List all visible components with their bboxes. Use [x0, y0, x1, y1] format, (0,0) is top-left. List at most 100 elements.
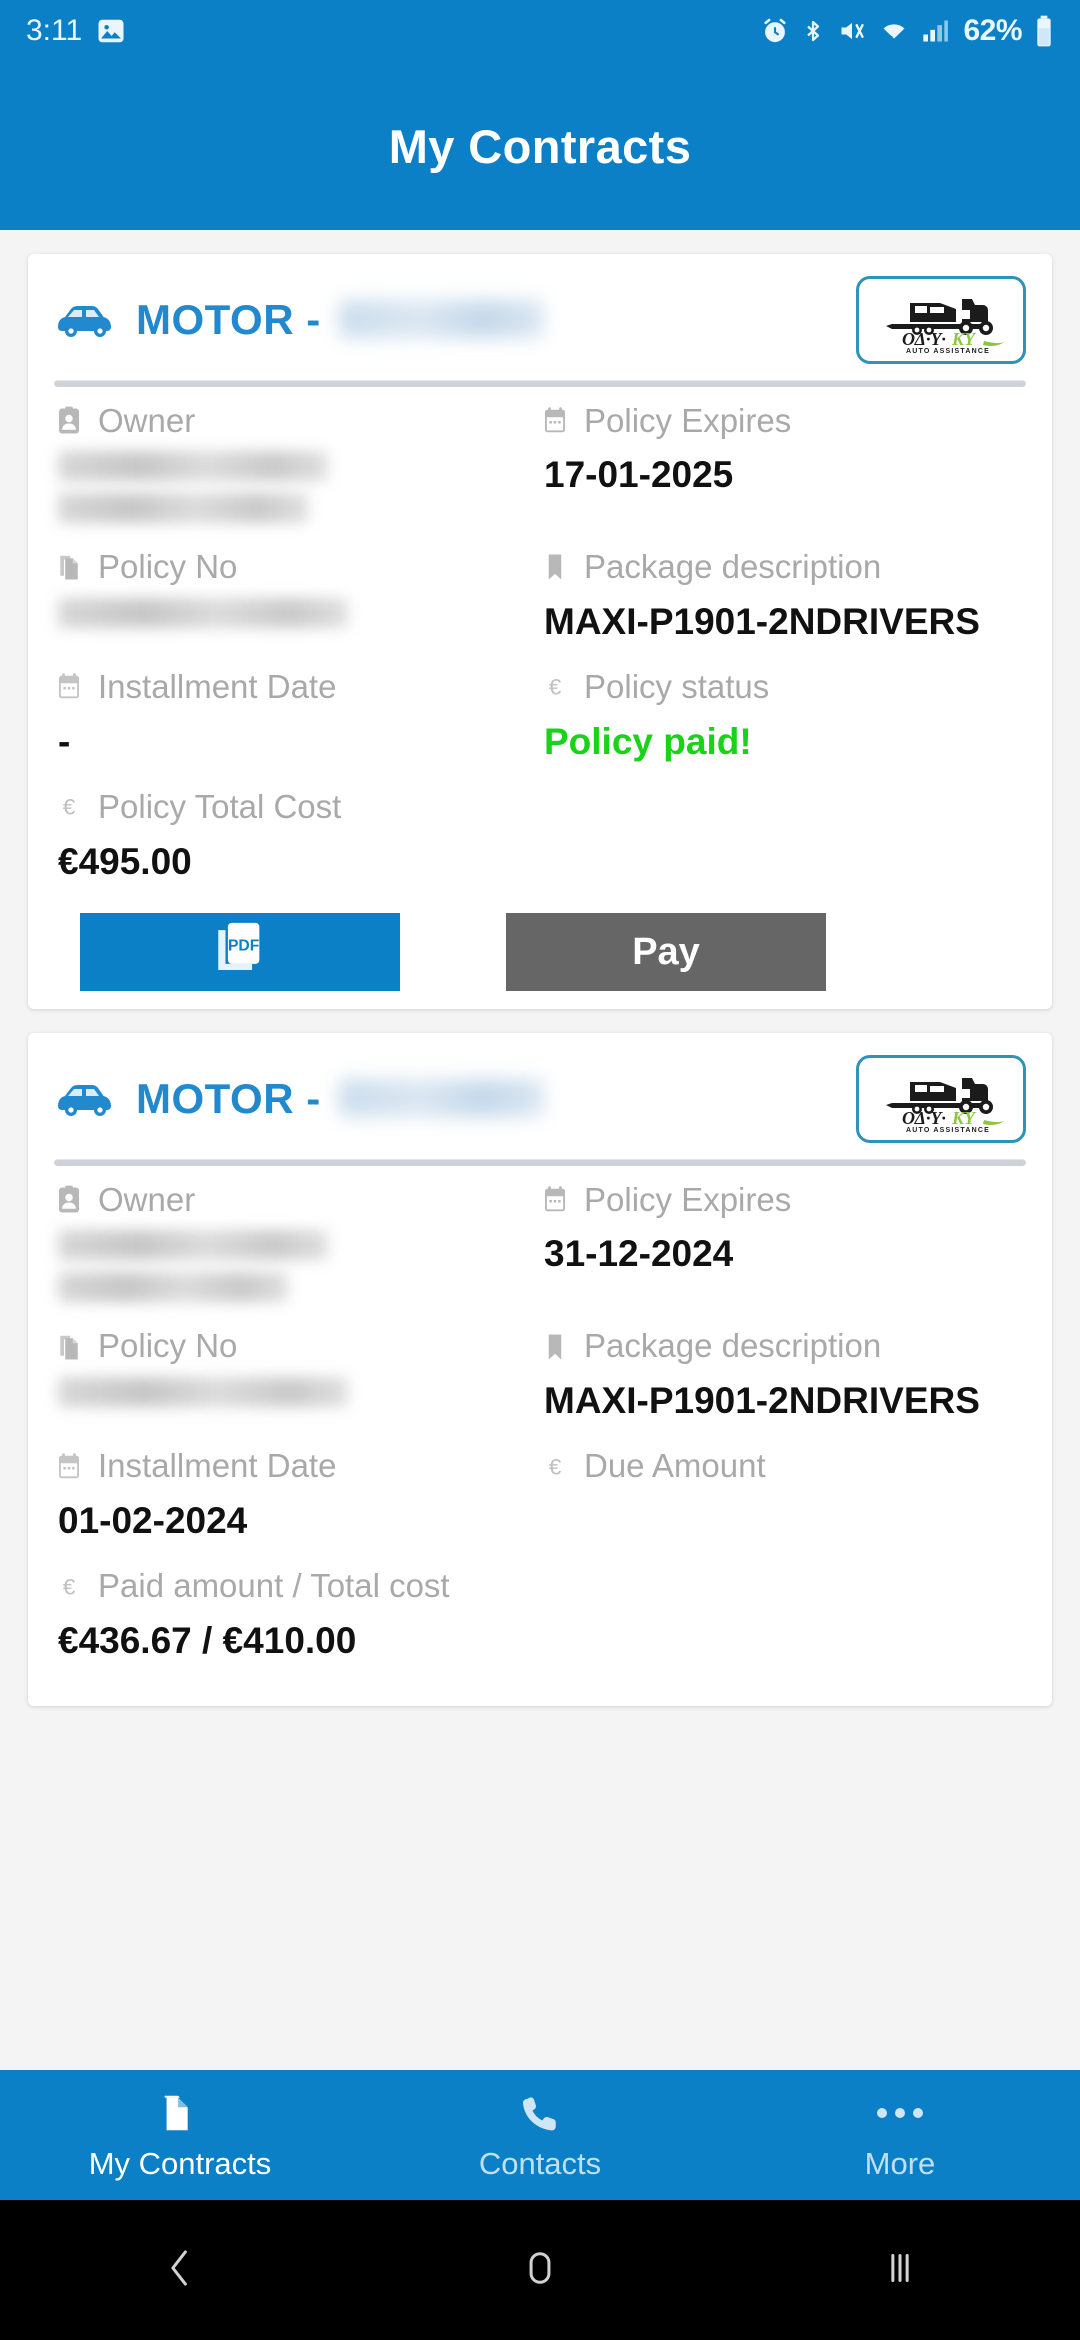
svg-text:€: €: [549, 675, 562, 700]
field-installment-date: Installment Date 01-02-2024: [54, 1448, 540, 1568]
battery-icon: [1034, 15, 1054, 47]
field-value: 17-01-2025: [544, 454, 734, 496]
back-icon: [158, 2243, 202, 2298]
document-copy-icon: [54, 550, 84, 584]
field-label: Policy status: [584, 668, 770, 706]
svg-text:AUTO ASSISTANCE: AUTO ASSISTANCE: [906, 348, 990, 355]
field-policy-no: Policy No: [54, 548, 540, 669]
plate-number-redacted: [338, 1079, 544, 1118]
document-copy-icon: [54, 1330, 84, 1364]
nav-label: My Contracts: [88, 2146, 272, 2181]
contract-title-group: MOTOR -: [54, 1075, 544, 1123]
svg-text:AUTO ASSISTANCE: AUTO ASSISTANCE: [906, 1127, 990, 1134]
contract-fields-grid: Owner Policy Expires 31-12-2024 Policy N…: [54, 1181, 1026, 1688]
policy-no-value-redacted: [58, 1376, 348, 1407]
app-bar: My Contracts: [0, 62, 1080, 230]
svg-text:€: €: [549, 1454, 562, 1479]
field-label: Policy Expires: [584, 402, 792, 439]
recents-icon: [878, 2243, 922, 2298]
back-button[interactable]: [0, 2243, 360, 2298]
person-badge-icon: [54, 1183, 84, 1217]
owner-value-redacted: [58, 451, 328, 482]
field-label: Owner: [98, 1181, 196, 1219]
svg-text:ΚΥ: ΚΥ: [951, 329, 977, 349]
owner-value-redacted: [58, 1230, 328, 1261]
contract-card-header: MOTOR - ΟΔ·Υ· ΚΥ AUTO ASSISTANCE: [54, 276, 1026, 370]
bookmark-icon: [540, 550, 570, 584]
status-bar-left: 3:11: [26, 14, 126, 48]
recents-button[interactable]: [720, 2243, 1080, 2298]
svg-text:€: €: [63, 795, 76, 820]
field-value: MAXI-P1901-2NDRIVERS: [544, 1379, 980, 1421]
field-value: €495.00: [58, 840, 192, 882]
field-label: Package description: [584, 1327, 882, 1365]
car-icon: [54, 301, 118, 339]
svg-text:PDF: PDF: [228, 938, 260, 955]
euro-icon: €: [540, 670, 570, 704]
status-bar-right: 62%: [761, 14, 1054, 48]
field-package-description: Package description MAXI-P1901-2NDRIVERS: [540, 1328, 1026, 1448]
bluetooth-icon: [801, 17, 825, 45]
pdf-icon: PDF: [211, 918, 269, 986]
contract-type-label: MOTOR -: [136, 1075, 544, 1123]
svg-text:€: €: [63, 1574, 76, 1599]
android-navigation-bar: [0, 2200, 1080, 2340]
home-icon: [518, 2243, 562, 2298]
person-badge-icon: [54, 404, 84, 438]
contract-card[interactable]: MOTOR - ΟΔ·Υ· ΚΥ AUTO ASSISTANCE Owner P…: [28, 1033, 1052, 1707]
field-policy-expires: Policy Expires 31-12-2024: [540, 1181, 1026, 1328]
nav-item-contacts[interactable]: Contacts: [360, 2088, 720, 2182]
owner-value-redacted-2: [58, 493, 308, 524]
contract-card[interactable]: MOTOR - ΟΔ·Υ· ΚΥ AUTO ASSISTANCE Owner P…: [28, 254, 1052, 1010]
field-label: Policy Total Cost: [98, 788, 342, 826]
nav-item-my-contracts[interactable]: My Contracts: [0, 2088, 360, 2182]
field-policy-no: Policy No: [54, 1328, 540, 1448]
wifi-icon: [879, 17, 909, 45]
contract-type-label: MOTOR -: [136, 296, 544, 344]
field-label: Due Amount: [584, 1447, 766, 1485]
field-owner: Owner: [54, 402, 540, 549]
download-pdf-button[interactable]: PDF: [80, 913, 400, 992]
nav-item-more[interactable]: More: [720, 2088, 1080, 2182]
calendar-icon: [540, 404, 570, 438]
odyky-auto-assistance-logo: ΟΔ·Υ· ΚΥ AUTO ASSISTANCE: [856, 276, 1026, 364]
phone-icon: [519, 2088, 561, 2138]
contract-title-group: MOTOR -: [54, 296, 544, 344]
field-owner: Owner: [54, 1181, 540, 1328]
field-value: 31-12-2024: [544, 1233, 734, 1275]
contracts-scroll-list[interactable]: MOTOR - ΟΔ·Υ· ΚΥ AUTO ASSISTANCE Owner P…: [0, 230, 1080, 2070]
field-value: €436.67 / €410.00: [58, 1619, 357, 1661]
contract-actions: PDF Pay: [54, 913, 1026, 992]
screenshot-icon: [96, 16, 126, 46]
signal-icon: [921, 17, 949, 45]
card-divider: [54, 380, 1026, 387]
contract-fields-grid: Owner Policy Expires 17-01-2025 Policy N…: [54, 402, 1026, 909]
field-spacer: [540, 1568, 1026, 1688]
field-label: Policy No: [98, 548, 238, 586]
field-label: Policy Expires: [584, 1181, 792, 1219]
status-bar-clock: 3:11: [26, 14, 83, 47]
status-badge: Policy paid!: [544, 720, 752, 762]
field-policy-total-cost: € Policy Total Cost €495.00: [54, 788, 540, 909]
calendar-icon: [54, 670, 84, 704]
euro-icon: €: [540, 1450, 570, 1484]
nav-label: More: [864, 2146, 936, 2181]
owner-value-redacted-2: [58, 1272, 288, 1303]
field-label: Package description: [584, 548, 882, 586]
calendar-icon: [54, 1450, 84, 1484]
home-button[interactable]: [360, 2243, 720, 2298]
svg-text:ΟΔ·Υ·: ΟΔ·Υ·: [902, 329, 946, 349]
bottom-navigation-bar: My Contracts Contacts More: [0, 2070, 1080, 2200]
field-due-amount: € Due Amount: [540, 1448, 1026, 1568]
calendar-icon: [540, 1183, 570, 1217]
ellipsis-icon: [874, 2088, 926, 2138]
pay-button[interactable]: Pay: [506, 913, 826, 992]
euro-icon: €: [54, 790, 84, 824]
field-policy-expires: Policy Expires 17-01-2025: [540, 402, 1026, 549]
field-policy-status: € Policy status Policy paid!: [540, 668, 1026, 789]
plate-number-redacted: [338, 300, 544, 338]
field-package-description: Package description MAXI-P1901-2NDRIVERS: [540, 548, 1026, 669]
svg-text:ΚΥ: ΚΥ: [951, 1108, 977, 1128]
field-value: -: [58, 720, 71, 762]
euro-icon: €: [54, 1570, 84, 1604]
